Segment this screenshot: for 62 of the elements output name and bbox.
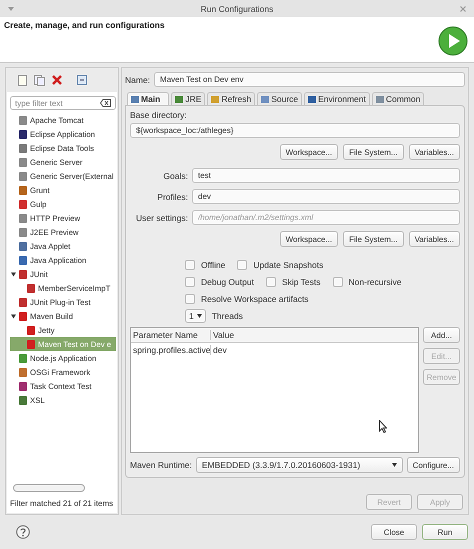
tab[interactable]: Environment (304, 92, 370, 105)
checkbox[interactable]: Resolve Workspace artifacts (185, 294, 309, 304)
new-icon[interactable] (18, 74, 27, 86)
threads-label: Threads (212, 311, 243, 321)
base-directory-label: Base directory: (130, 110, 188, 120)
dialog-button[interactable]: Run (422, 524, 468, 540)
filter-status: Filter matched 21 of 21 items (10, 498, 114, 509)
caret-icon (392, 463, 397, 467)
tab-icon (131, 96, 139, 102)
table-cell-text: dev (212, 345, 227, 355)
table-cell: spring.profiles.active (131, 345, 211, 355)
maven-runtime-dropdown[interactable]: EMBEDDED (3.3.9/1.7.0.20160603-1931) (196, 457, 403, 473)
tab[interactable]: JRE (171, 92, 206, 105)
browse-button[interactable]: File System... (343, 144, 404, 160)
table-button[interactable]: Add... (423, 327, 460, 343)
browse-button[interactable]: Workspace... (280, 231, 338, 247)
tab-icon (261, 96, 270, 102)
tab-icon (376, 96, 384, 102)
column-header[interactable]: Parameter Name (131, 330, 211, 340)
goals-label: Goals: (162, 170, 188, 180)
tab[interactable]: Common (372, 92, 424, 105)
browse-button[interactable]: Variables... (408, 144, 460, 160)
browse-button[interactable]: Workspace... (280, 144, 338, 160)
column-header[interactable]: Value (211, 330, 234, 340)
browse-button[interactable]: Variables... (408, 231, 460, 247)
checkbox[interactable]: Non-recursive (332, 277, 402, 287)
expanded-icon[interactable] (11, 314, 16, 318)
profiles-label: Profiles: (156, 192, 188, 202)
expanded-icon[interactable] (11, 272, 16, 276)
tab-icon (175, 96, 184, 102)
run-icon (438, 26, 468, 56)
tab[interactable]: Main (127, 92, 170, 105)
scrollbar[interactable] (13, 484, 85, 492)
checkbox[interactable]: Offline (185, 260, 226, 270)
caret-icon (196, 314, 202, 318)
dialog-button[interactable]: Close (371, 524, 417, 540)
goals-field[interactable]: test (192, 168, 460, 183)
tab[interactable]: Refresh (207, 92, 256, 105)
checkbox[interactable]: Update Snapshots (237, 260, 324, 270)
mouse-cursor-icon (379, 420, 387, 433)
collapse-icon[interactable] (77, 75, 87, 85)
filter-field[interactable]: type filter text (10, 96, 116, 110)
threads-dropdown[interactable]: 1 (185, 309, 206, 323)
window-title: Run Configurations (200, 4, 274, 14)
duplicate-icon[interactable] (34, 74, 45, 86)
help-icon[interactable] (16, 525, 30, 539)
delete-icon[interactable] (52, 75, 62, 85)
clear-icon[interactable] (100, 99, 111, 107)
name-label: Name: (125, 74, 150, 84)
header-title: Create, manage, and run configurations (4, 20, 165, 32)
tab[interactable]: Source (257, 92, 302, 105)
checkbox[interactable]: Skip Tests (266, 277, 321, 287)
maven-runtime-label: Maven Runtime: (130, 460, 192, 470)
name-field[interactable]: Maven Test on Dev env (154, 72, 465, 87)
user-settings-label: User settings: (135, 212, 188, 222)
browse-button[interactable]: File System... (343, 231, 404, 247)
checkbox[interactable]: Debug Output (185, 277, 254, 287)
tab-icon (308, 96, 316, 102)
configure-button[interactable]: Configure... (406, 457, 460, 473)
base-directory-field[interactable]: ${workspace_loc:/athleges} (130, 123, 460, 138)
profiles-field[interactable]: dev (192, 189, 460, 204)
tab-icon (211, 96, 220, 102)
